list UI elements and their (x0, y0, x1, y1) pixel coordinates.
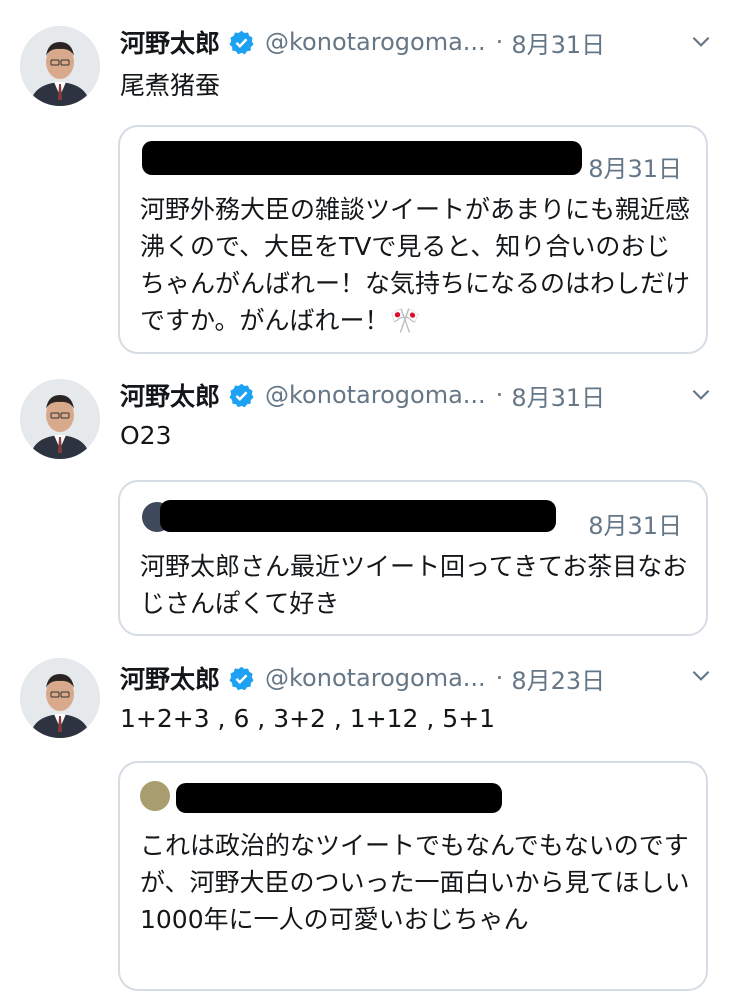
quoted-text: 河野外務大臣の雑談ツイートがあまりにも親近感沸くので、大臣をTVで見ると、知り合… (140, 195, 691, 335)
quoted-text: これは政治的なツイートでもなんでもないのですが、河野大臣のついった一面白いから見… (140, 831, 715, 934)
verified-badge-icon (228, 382, 255, 409)
chevron-down-icon[interactable] (688, 28, 714, 54)
tweet-text: O23 (120, 421, 172, 450)
avatar-image (20, 26, 100, 106)
chevron-down-icon[interactable] (688, 381, 714, 407)
tweet[interactable]: 河野太郎 @konotarogoma... · 8月31日 O23 8月31日 … (0, 375, 750, 650)
tweet-date[interactable]: 8月31日 (511, 25, 605, 60)
tweet[interactable]: 河野太郎 @konotarogoma... · 8月23日 1+2+3 , 6 … (0, 658, 750, 1004)
chevron-down-icon[interactable] (688, 662, 714, 688)
quoted-date: 8月31日 (588, 155, 682, 183)
redaction-bar (176, 783, 502, 813)
redaction-bar (160, 500, 556, 532)
verified-badge-icon (228, 29, 255, 56)
quoted-tweet[interactable]: 8月31日 河野外務大臣の雑談ツイートがあまりにも親近感沸くので、大臣をTVで見… (118, 125, 708, 354)
separator-dot: · (495, 28, 504, 56)
author-name[interactable]: 河野太郎 (120, 24, 220, 60)
author-name[interactable]: 河野太郎 (120, 660, 220, 696)
tweet-text: 1+2+3 , 6 , 3+2 , 1+12 , 5+1 (120, 704, 496, 733)
author-handle[interactable]: @konotarogoma... (265, 381, 486, 409)
author-name[interactable]: 河野太郎 (120, 377, 220, 413)
avatar[interactable] (20, 379, 100, 459)
avatar[interactable] (20, 26, 100, 106)
avatar-image (20, 379, 100, 459)
verified-badge-icon (228, 665, 255, 692)
tweet[interactable]: 河野太郎 @konotarogoma... · 8月31日 尾煮猪蚕 8月31日… (0, 22, 750, 367)
separator-dot: · (495, 664, 504, 692)
quoted-text: 河野太郎さん最近ツイート回ってきてお茶目なおじさんぽくて好き (140, 552, 688, 618)
avatar-image (20, 658, 100, 738)
quoted-tweet[interactable]: 8月31日 河野太郎さん最近ツイート回ってきてお茶目なおじさんぽくて好き (118, 480, 708, 636)
avatar[interactable] (20, 658, 100, 738)
tweet-text: 尾煮猪蚕 (120, 71, 221, 100)
redaction-bar (142, 141, 582, 175)
tweet-date[interactable]: 8月31日 (511, 378, 605, 413)
separator-dot: · (495, 381, 504, 409)
quoted-date: 8月31日 (588, 512, 682, 540)
tweet-date[interactable]: 8月23日 (511, 661, 605, 696)
author-handle[interactable]: @konotarogoma... (265, 28, 486, 56)
quoted-tweet[interactable]: これは政治的なツイートでもなんでもないのですが、河野大臣のついった一面白いから見… (118, 761, 715, 991)
quoted-avatar (140, 781, 170, 811)
author-handle[interactable]: @konotarogoma... (265, 664, 486, 692)
